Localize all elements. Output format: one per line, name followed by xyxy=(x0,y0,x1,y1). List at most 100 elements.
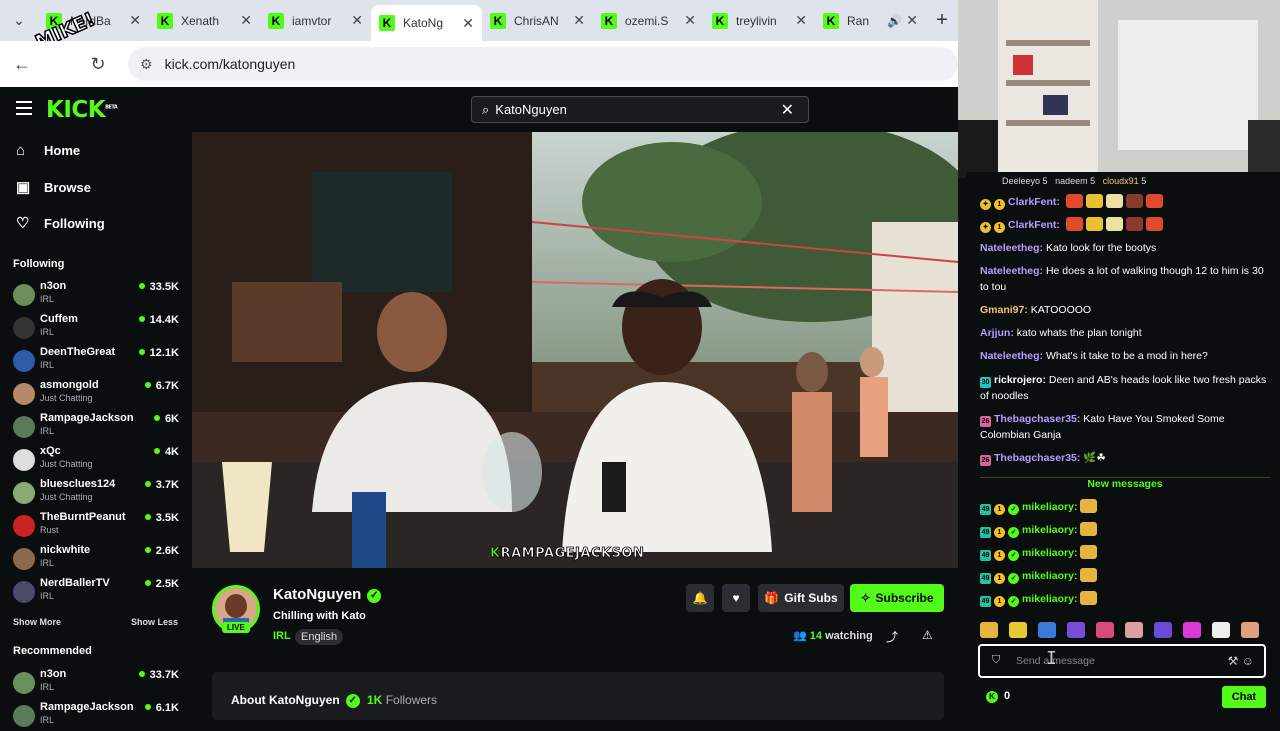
chat-username[interactable]: Nateleetheg: xyxy=(980,242,1043,254)
emote[interactable] xyxy=(1183,622,1201,638)
channel-list-item[interactable]: n3on IRL 33.5K xyxy=(13,280,181,310)
emote[interactable] xyxy=(1125,622,1143,638)
emote[interactable] xyxy=(1241,622,1259,638)
about-panel: About KatoNguyen ✓ 1K Followers xyxy=(212,672,944,720)
channel-list-item[interactable]: RampageJackson IRL 6K xyxy=(13,412,181,442)
channel-list-item[interactable]: NerdBallerTV IRL 2.5K xyxy=(13,577,181,607)
chat-message: Nateleetheg: What's it take to be a mod … xyxy=(980,348,1270,364)
kicks-balance[interactable]: K0 xyxy=(986,690,1010,703)
show-less-link[interactable]: Show Less xyxy=(131,617,178,627)
menu-icon[interactable] xyxy=(16,101,32,119)
close-tab-icon[interactable]: ✕ xyxy=(906,12,918,29)
share-icon[interactable]: ⤴ xyxy=(886,628,898,645)
browser-tab[interactable]: Kozemi.S ✕ xyxy=(593,0,704,41)
browser-tab[interactable]: K ChrisAN ✕ xyxy=(482,0,593,41)
chat-username[interactable]: ClarkFent: xyxy=(1008,196,1060,208)
emote[interactable] xyxy=(1067,622,1085,638)
chat-username[interactable]: mikeliaory: xyxy=(1022,501,1077,513)
follow-button[interactable]: ♥ xyxy=(722,584,750,612)
chat-username[interactable]: Thebagchaser35: xyxy=(994,413,1080,425)
close-tab-icon[interactable]: ✕ xyxy=(462,15,474,32)
browser-tab[interactable]: K Ran 🔊 ✕ xyxy=(815,0,926,41)
emote xyxy=(1080,568,1098,582)
emote xyxy=(1125,217,1143,231)
subscribe-button[interactable]: ✧ Subscribe xyxy=(850,584,944,612)
emote[interactable] xyxy=(1038,622,1056,638)
video-player[interactable]: KRAMPAGEJACKSON xyxy=(192,132,958,568)
browser-tab[interactable]: Ktreylivin ✕ xyxy=(704,0,815,41)
chat-message: Nateleetheg: He does a lot of walking th… xyxy=(980,263,1270,295)
channel-name: RampageJackson xyxy=(40,701,134,713)
channel-list-item[interactable]: nickwhite IRL 2.6K xyxy=(13,544,181,574)
close-tab-icon[interactable]: ✕ xyxy=(240,12,252,29)
emote[interactable] xyxy=(1096,622,1114,638)
channel-list-item[interactable]: bluesclues124 Just Chatting 3.7K xyxy=(13,478,181,508)
channel-list-item[interactable]: DeenTheGreat IRL 12.1K xyxy=(13,346,181,376)
close-tab-icon[interactable]: ✕ xyxy=(795,12,807,29)
language-tag[interactable]: English xyxy=(295,629,344,645)
chat-username[interactable]: mikeliaory: xyxy=(1022,570,1077,582)
site-settings-icon[interactable]: ⚙ xyxy=(140,56,153,73)
viewer-count: 👥 14 watching xyxy=(793,630,873,642)
close-tab-icon[interactable]: ✕ xyxy=(129,12,141,29)
kick-favicon-icon: K xyxy=(379,15,395,31)
close-tab-icon[interactable]: ✕ xyxy=(573,12,585,29)
chat-username[interactable]: Arjjun: xyxy=(980,327,1014,339)
new-tab-button[interactable]: + xyxy=(926,9,958,32)
browser-tab[interactable]: K Xenath ✕ xyxy=(149,0,260,41)
speaker-icon[interactable]: 🔊 xyxy=(887,14,902,28)
notification-bell-button[interactable]: 🔔 xyxy=(686,584,714,612)
verified-badge-icon: ✓ xyxy=(1008,550,1019,561)
chat-username[interactable]: mikeliaory: xyxy=(1022,547,1077,559)
channel-name: n3on xyxy=(40,280,67,292)
nav-following[interactable]: ♡ Following xyxy=(16,214,105,232)
chat-input[interactable]: ⛉ Send a message ⚒ ☺ xyxy=(978,644,1266,678)
search-input[interactable]: ⌕ KatoNguyen ✕ xyxy=(471,96,809,123)
channel-list-item[interactable]: TheBurntPeanut Rust 3.5K xyxy=(13,511,181,541)
emote[interactable] xyxy=(1009,622,1027,638)
url-field[interactable]: ⚙ kick.com/katonguyen xyxy=(128,47,958,81)
report-icon[interactable]: ⚠ xyxy=(922,628,933,642)
chat-username[interactable]: Gmani97: xyxy=(980,304,1028,316)
channel-list-item[interactable]: Cuffem IRL 14.4K xyxy=(13,313,181,343)
emote[interactable] xyxy=(1154,622,1172,638)
nav-home[interactable]: ⌂ Home xyxy=(16,142,80,159)
channel-list-item[interactable]: asmongold Just Chatting 6.7K xyxy=(13,379,181,409)
close-tab-icon[interactable]: ✕ xyxy=(684,12,696,29)
chat-username[interactable]: Thebagchaser35: xyxy=(994,452,1080,464)
viewer-count: 3.7K xyxy=(145,479,179,491)
channel-name[interactable]: KatoNguyen ✓ xyxy=(273,586,382,603)
emote[interactable] xyxy=(980,622,998,638)
stream-title: Chilling with Kato xyxy=(273,610,366,622)
send-chat-button[interactable]: Chat xyxy=(1222,686,1266,708)
emote xyxy=(1125,194,1143,208)
chat-username[interactable]: mikeliaory: xyxy=(1022,593,1077,605)
chat-username[interactable]: Nateleetheg: xyxy=(980,265,1043,277)
emote[interactable] xyxy=(1212,622,1230,638)
show-more-link[interactable]: Show More xyxy=(13,617,61,627)
chat-username[interactable]: rickrojero: xyxy=(994,374,1046,386)
channel-list-item[interactable]: n3on IRL 33.7K xyxy=(13,668,181,698)
nav-browse[interactable]: ▣ Browse xyxy=(16,178,91,196)
kick-logo[interactable]: KICKBETA xyxy=(46,97,118,123)
viewers-icon: 👥 xyxy=(793,630,810,642)
badge-icon: 26 xyxy=(980,416,991,427)
viewer-count: 4K xyxy=(154,446,179,458)
browser-tab[interactable]: K KatoNg ✕ xyxy=(371,5,482,41)
channel-category: Just Chatting xyxy=(40,492,93,502)
chat-username[interactable]: mikeliaory: xyxy=(1022,524,1077,536)
gift-subs-button[interactable]: 🎁 Gift Subs xyxy=(758,584,844,612)
new-messages-divider[interactable]: New messages xyxy=(980,477,1270,490)
emote-picker-icon[interactable]: ⚒ ☺ xyxy=(1228,654,1254,668)
chat-username[interactable]: Nateleetheg: xyxy=(980,350,1043,362)
browser-tab[interactable]: Kiamvtor ✕ xyxy=(260,0,371,41)
reload-icon[interactable]: ↻ xyxy=(80,54,116,75)
clear-search-icon[interactable]: ✕ xyxy=(781,100,794,120)
shield-icon[interactable]: ⛉ xyxy=(992,654,1000,667)
close-tab-icon[interactable]: ✕ xyxy=(351,12,363,29)
category-link[interactable]: IRL xyxy=(273,630,291,642)
channel-list-item[interactable]: xQc Just Chatting 4K xyxy=(13,445,181,475)
channel-list-item[interactable]: RampageJackson IRL 6.1K xyxy=(13,701,181,731)
back-arrow-icon[interactable]: ← xyxy=(4,54,40,75)
chat-username[interactable]: ClarkFent: xyxy=(1008,219,1060,231)
